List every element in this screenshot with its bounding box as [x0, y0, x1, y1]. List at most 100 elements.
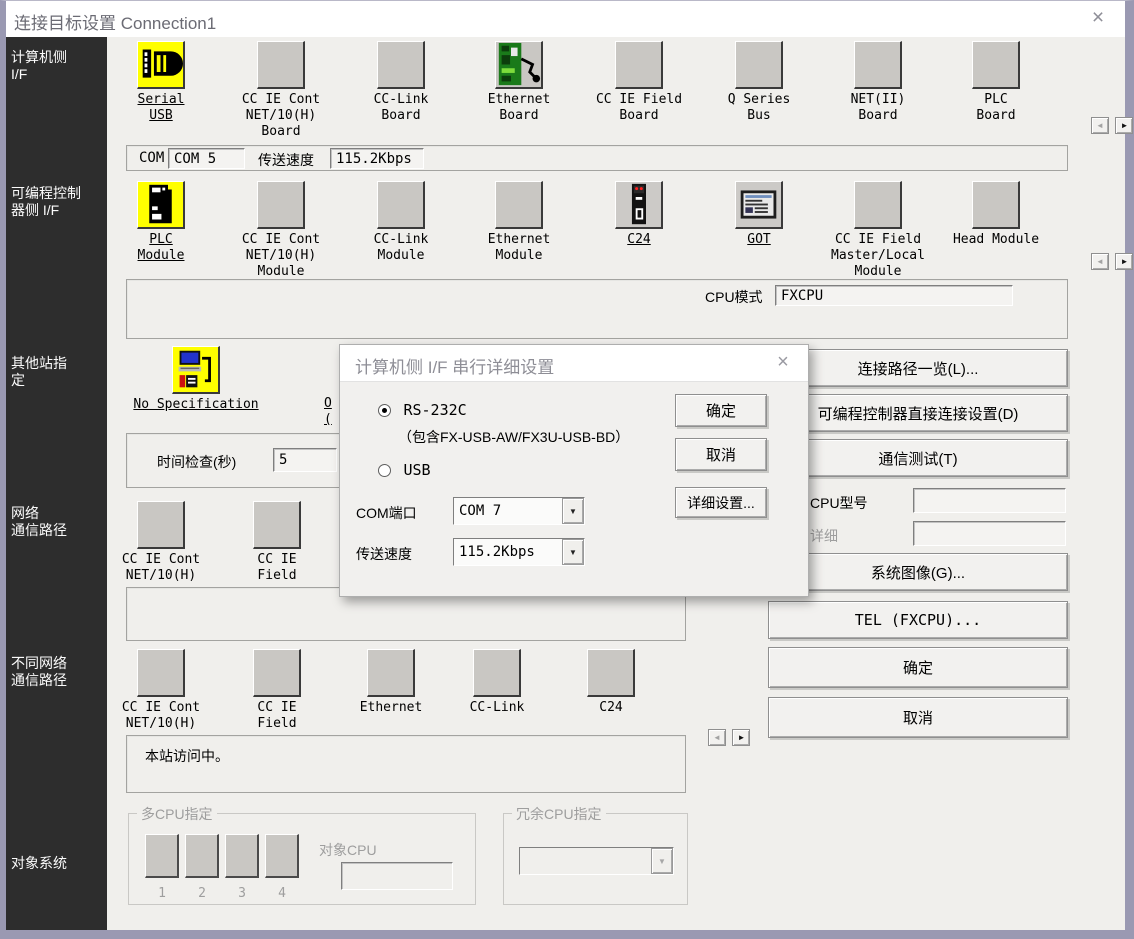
plcif-item-c24[interactable]: C24: [584, 181, 694, 248]
sidebar-label-network-route: 网络 通信路径: [11, 505, 67, 539]
usb-radio[interactable]: USB: [378, 461, 431, 479]
scroll-right-icon[interactable]: ►: [732, 729, 750, 746]
radio-unselected-icon[interactable]: [378, 464, 391, 477]
icon-label: CC-Link Module: [346, 232, 456, 264]
cpu1-button: [145, 834, 179, 878]
icon-label: CC IE Cont NET/10(H): [106, 700, 216, 732]
netroute-item-ccie-cont[interactable]: CC IE Cont NET/10(H): [106, 501, 216, 584]
scroll-right-icon[interactable]: ►: [1115, 253, 1133, 270]
com-port-dropdown[interactable]: COM 7 ▼: [453, 497, 585, 525]
tel-fxcpu-button[interactable]: TEL (FXCPU)...: [768, 601, 1068, 639]
multi-cpu-caption: 多CPU指定: [137, 804, 217, 824]
occluded-other-station-label[interactable]: O (: [324, 396, 339, 430]
network-placeholder-icon[interactable]: [253, 649, 301, 697]
dialog-detail-setting-button[interactable]: 详细设置...: [675, 487, 767, 518]
c24-module-icon[interactable]: [615, 181, 663, 229]
plcif-item-ccie-field-master[interactable]: CC IE Field Master/Local Module: [823, 181, 933, 280]
diffnet-item-c24[interactable]: C24: [556, 649, 666, 716]
plcif-item-cclink-module[interactable]: CC-Link Module: [346, 181, 456, 264]
icon-label: C24: [556, 700, 666, 716]
module-placeholder-icon[interactable]: [495, 181, 543, 229]
baud-dropdown[interactable]: 115.2Kbps ▼: [453, 538, 585, 566]
dialog-close-icon[interactable]: ×: [770, 349, 796, 375]
cpu2-button: [185, 834, 219, 878]
module-placeholder-icon[interactable]: [972, 181, 1020, 229]
dropdown-arrow-icon[interactable]: ▼: [562, 539, 584, 565]
network-placeholder-icon[interactable]: [587, 649, 635, 697]
pcif-item-ccie-cont-board[interactable]: CC IE Cont NET/10(H) Board: [226, 41, 336, 140]
rs232c-note: （包含FX-USB-AW/FX3U-USB-BD）: [398, 427, 629, 447]
icon-label: PLC Module: [106, 232, 216, 264]
icon-label: Ethernet Board: [464, 92, 574, 124]
icon-label: CC IE Cont NET/10(H) Board: [226, 92, 336, 140]
diffnet-item-ethernet[interactable]: Ethernet: [336, 649, 446, 716]
network-placeholder-icon[interactable]: [137, 649, 185, 697]
com-port-display: COM 5: [168, 148, 245, 169]
pcif-item-net2-board[interactable]: NET(II) Board: [823, 41, 933, 124]
network-placeholder-icon[interactable]: [367, 649, 415, 697]
board-placeholder-icon[interactable]: [615, 41, 663, 89]
pcif-item-serial-usb[interactable]: Serial USB: [106, 41, 216, 124]
icon-label: Head Module: [941, 232, 1051, 248]
connection-list-button[interactable]: 连接路径一览(L)...: [768, 349, 1068, 387]
close-icon[interactable]: ×: [1085, 5, 1111, 31]
ok-button[interactable]: 确定: [768, 647, 1068, 688]
window-title: 连接目标设置 Connection1: [14, 9, 216, 34]
pcif-item-plc-board[interactable]: PLC Board: [941, 41, 1051, 124]
no-specification-icon[interactable]: [172, 346, 220, 394]
diffnet-scroll-arrows: ◄ ►: [708, 727, 752, 746]
diffnet-item-ccie-cont[interactable]: CC IE Cont NET/10(H): [106, 649, 216, 732]
plc-module-icon[interactable]: [137, 181, 185, 229]
other-station-no-spec[interactable]: No Specification: [96, 346, 296, 413]
pcif-item-ccie-field-board[interactable]: CC IE Field Board: [584, 41, 694, 124]
plcif-item-head-module[interactable]: Head Module: [941, 181, 1051, 248]
diffnet-item-ccie-field[interactable]: CC IE Field: [222, 649, 332, 732]
radio-selected-icon[interactable]: [378, 404, 391, 417]
network-placeholder-icon[interactable]: [137, 501, 185, 549]
cpu-model-label: CPU型号: [810, 493, 868, 513]
got-terminal-icon[interactable]: [735, 181, 783, 229]
scroll-right-icon[interactable]: ►: [1115, 117, 1133, 134]
board-placeholder-icon[interactable]: [377, 41, 425, 89]
cpu3-number: 3: [225, 886, 259, 901]
module-placeholder-icon[interactable]: [854, 181, 902, 229]
network-placeholder-icon[interactable]: [473, 649, 521, 697]
comm-test-button[interactable]: 通信测试(T): [768, 439, 1068, 477]
board-placeholder-icon[interactable]: [972, 41, 1020, 89]
dialog-ok-button[interactable]: 确定: [675, 394, 767, 427]
scroll-left-icon[interactable]: ◄: [708, 729, 726, 746]
target-cpu-field: [341, 862, 453, 890]
netroute-item-ccie-field[interactable]: CC IE Field: [222, 501, 332, 584]
sidebar: 计算机侧 I/F 可编程控制 器侧 I/F 其他站指 定 网络 通信路径 不同网…: [6, 37, 107, 930]
plcif-item-plc-module[interactable]: PLC Module: [106, 181, 216, 264]
pcif-item-cclink-board[interactable]: CC-Link Board: [346, 41, 456, 124]
pcif-item-q-series-bus[interactable]: Q Series Bus: [704, 41, 814, 124]
board-placeholder-icon[interactable]: [854, 41, 902, 89]
dropdown-arrow-icon[interactable]: ▼: [562, 498, 584, 524]
board-placeholder-icon[interactable]: [257, 41, 305, 89]
rs232c-radio[interactable]: RS-232C: [378, 401, 467, 419]
system-image-button[interactable]: 系统图像(G)...: [768, 553, 1068, 591]
plcif-item-ccie-cont-module[interactable]: CC IE Cont NET/10(H) Module: [226, 181, 336, 280]
plcif-item-ethernet-module[interactable]: Ethernet Module: [464, 181, 574, 264]
plcif-item-got[interactable]: GOT: [704, 181, 814, 248]
cpu1-number: 1: [145, 886, 179, 901]
serial-usb-icon[interactable]: [137, 41, 185, 89]
module-placeholder-icon[interactable]: [377, 181, 425, 229]
direct-connection-button[interactable]: 可编程控制器直接连接设置(D): [768, 394, 1068, 432]
scroll-left-icon[interactable]: ◄: [1091, 253, 1109, 270]
diffnet-item-cclink[interactable]: CC-Link: [442, 649, 552, 716]
board-placeholder-icon[interactable]: [735, 41, 783, 89]
dialog-baud-label: 传送速度: [356, 544, 412, 564]
module-placeholder-icon[interactable]: [257, 181, 305, 229]
dialog-cancel-button[interactable]: 取消: [675, 438, 767, 471]
scroll-left-icon[interactable]: ◄: [1091, 117, 1109, 134]
ethernet-board-icon[interactable]: [495, 41, 543, 89]
icon-label: CC IE Cont NET/10(H) Module: [226, 232, 336, 280]
network-placeholder-icon[interactable]: [253, 501, 301, 549]
pcif-item-ethernet-board[interactable]: Ethernet Board: [464, 41, 574, 124]
time-check-label: 时间检查(秒): [157, 452, 236, 472]
baud-display: 115.2Kbps: [330, 148, 424, 169]
time-check-input[interactable]: 5: [273, 448, 337, 472]
cancel-button[interactable]: 取消: [768, 697, 1068, 738]
